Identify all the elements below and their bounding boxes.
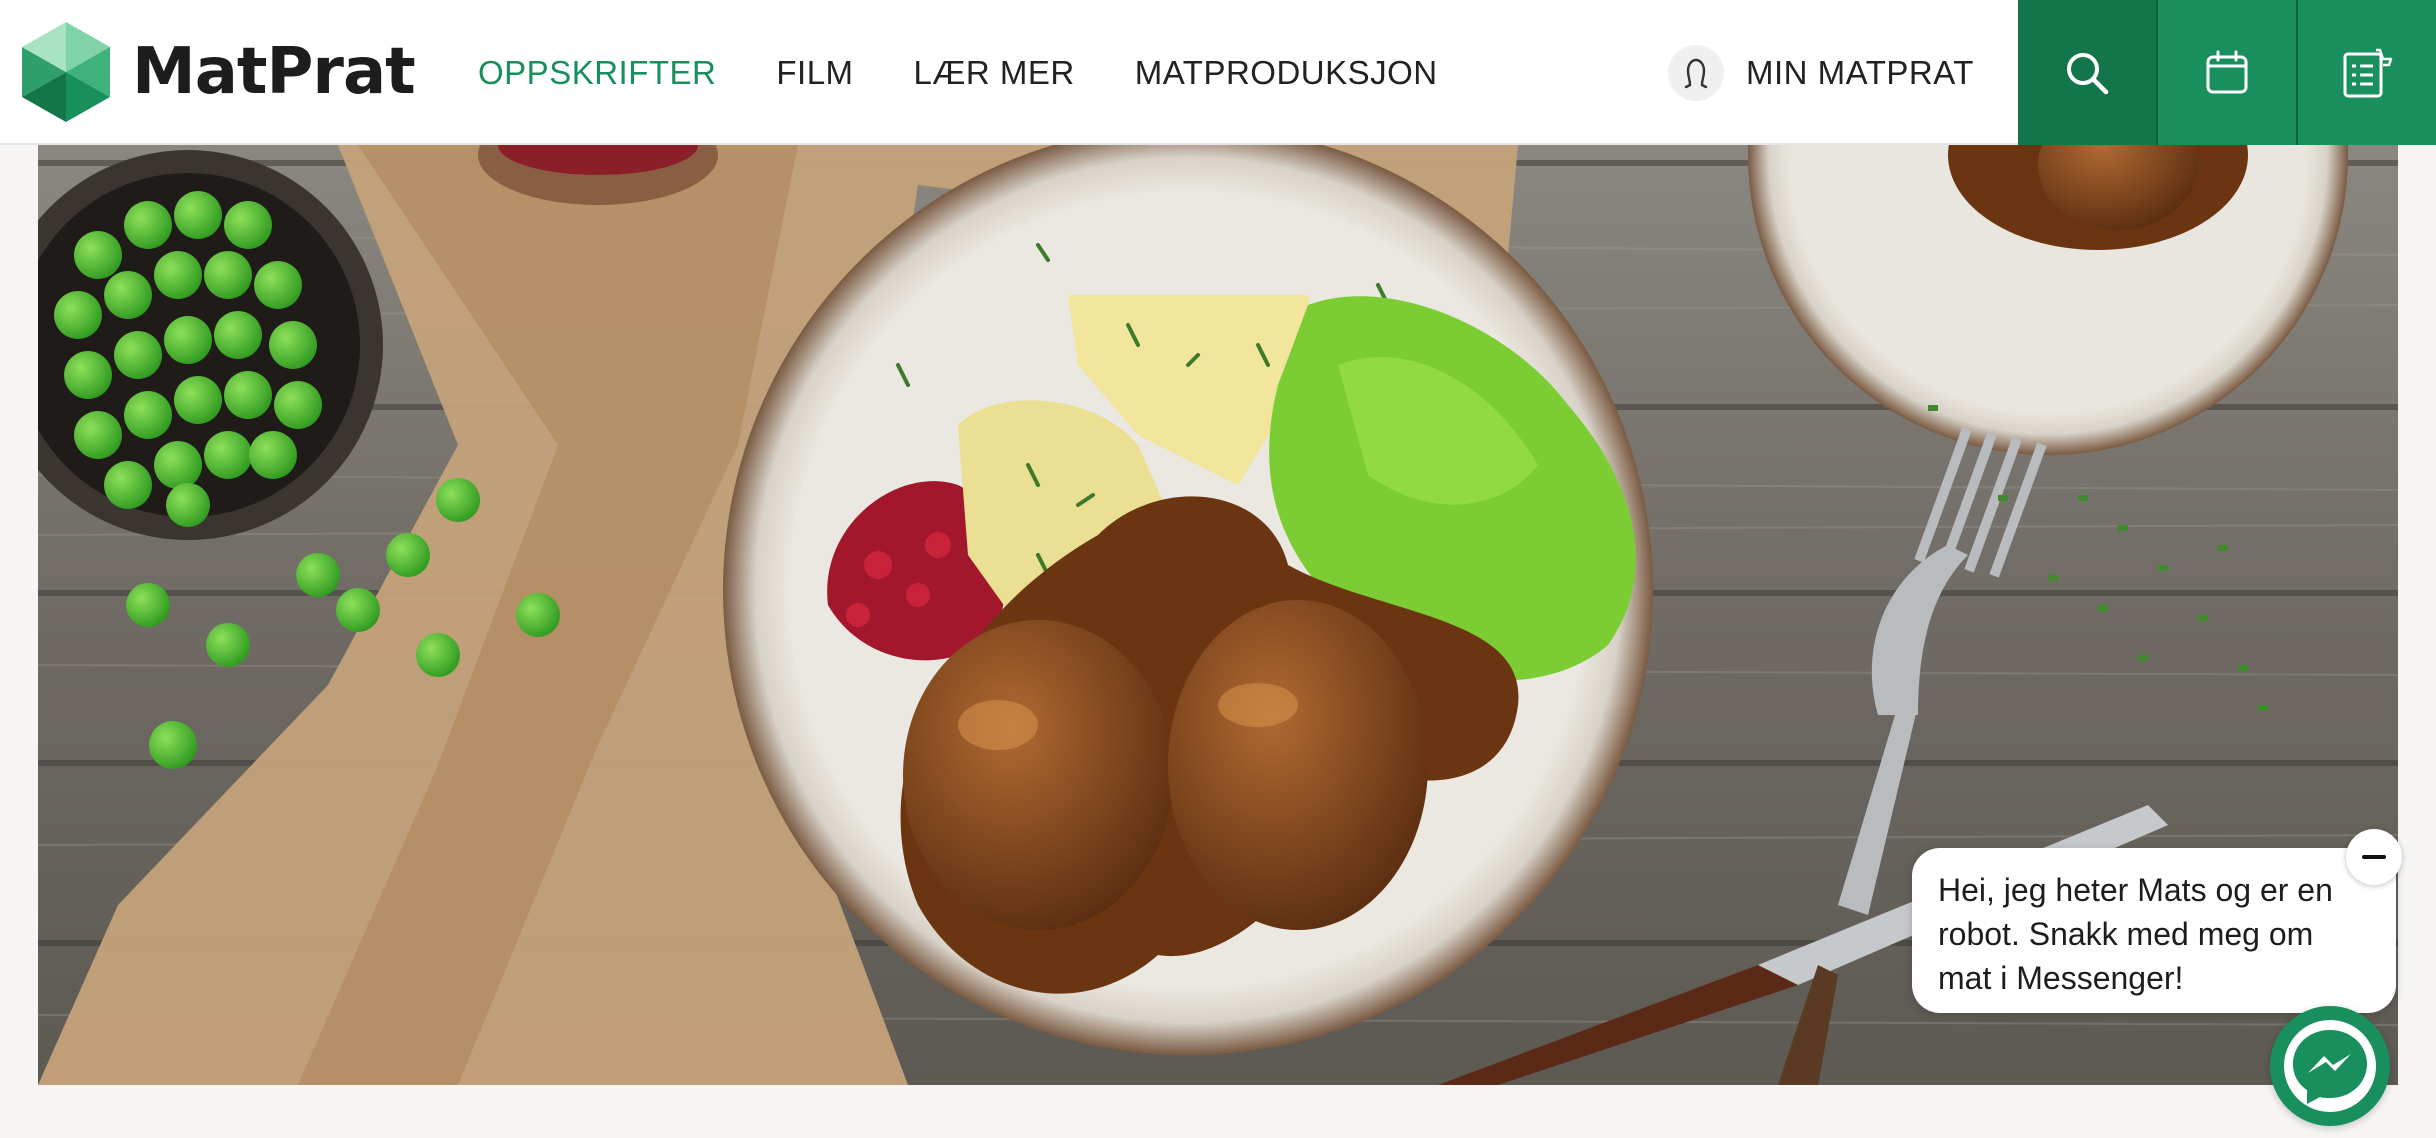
user-icon (1668, 44, 1724, 101)
nav-item-matproduksjon[interactable]: MATPRODUKSJON (1135, 54, 1438, 92)
messenger-icon (2284, 1020, 2376, 1112)
calendar-icon (2206, 50, 2248, 93)
shopping-list-icon (2343, 48, 2393, 97)
shopping-list-button[interactable] (2298, 0, 2436, 145)
min-matprat-label: MIN MATPRAT (1746, 53, 1974, 91)
chat-bubble[interactable]: Hei, jeg heter Mats og er en robot. Snak… (1912, 848, 2396, 1013)
nav-item-film[interactable]: FILM (776, 54, 853, 92)
calendar-button[interactable] (2158, 0, 2296, 145)
chat-minimize-button[interactable] (2346, 829, 2402, 885)
brand-name: MatPrat (132, 35, 416, 109)
minimize-icon (2362, 855, 2386, 859)
chat-message: Hei, jeg heter Mats og er en robot. Snak… (1938, 872, 2333, 996)
messenger-launcher-button[interactable] (2270, 1006, 2390, 1126)
search-button[interactable] (2018, 0, 2156, 145)
nav-item-oppskrifter[interactable]: OPPSKRIFTER (478, 54, 716, 92)
main-nav: OPPSKRIFTER FILM LÆR MER MATPRODUKSJON (478, 0, 1498, 145)
search-icon (2067, 52, 2109, 94)
hexagon-logo-icon (22, 22, 110, 122)
site-header: MatPrat OPPSKRIFTER FILM LÆR MER MATPROD… (0, 0, 2436, 145)
site-logo[interactable]: MatPrat (22, 22, 416, 122)
nav-item-laer-mer[interactable]: LÆR MER (914, 54, 1075, 92)
min-matprat-link[interactable]: MIN MATPRAT (1668, 0, 1974, 145)
